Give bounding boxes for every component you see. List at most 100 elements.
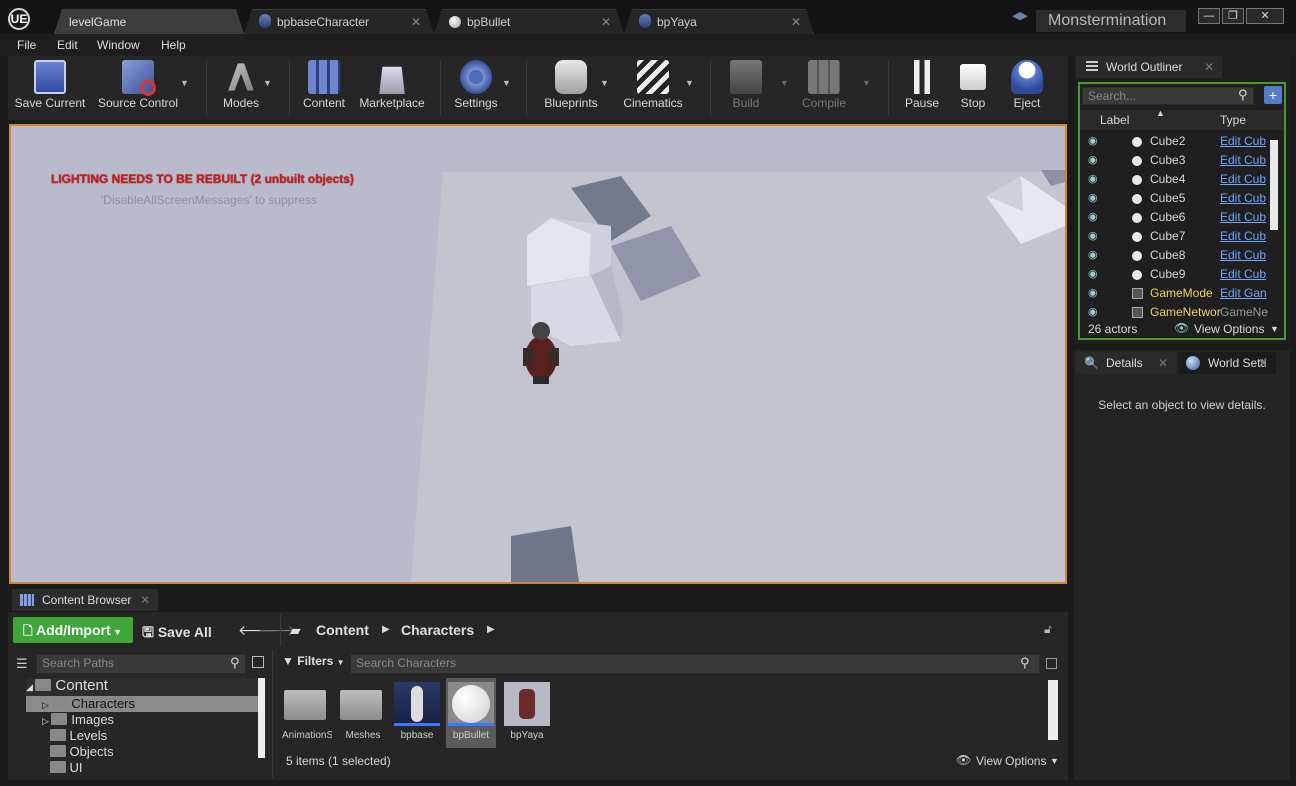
- save-all-button[interactable]: 🖫 Save All: [142, 622, 212, 646]
- outliner-view-options[interactable]: View Options: [1194, 322, 1264, 336]
- close-icon[interactable]: ✕: [1258, 352, 1268, 374]
- close-icon[interactable]: ✕: [601, 10, 611, 34]
- actor-type-link[interactable]: Edit Cub: [1220, 170, 1268, 189]
- outliner-row[interactable]: ◉ Cube5 Edit Cub: [1084, 189, 1266, 208]
- chevron-down-icon[interactable]: ▼: [780, 78, 789, 88]
- graduation-cap-icon[interactable]: [1012, 12, 1028, 21]
- blueprints-button[interactable]: Blueprints: [536, 56, 606, 120]
- modes-button[interactable]: Modes: [212, 56, 270, 120]
- asset-tile[interactable]: bpbase: [392, 678, 442, 748]
- eject-button[interactable]: Eject: [1002, 56, 1052, 120]
- sources-toggle-icon[interactable]: ☰: [16, 656, 28, 672]
- tab-content-browser[interactable]: Content Browser ✕: [12, 589, 158, 611]
- folder-objects[interactable]: Objects: [26, 744, 262, 760]
- build-button[interactable]: Build: [720, 56, 772, 120]
- expand-arrow-icon[interactable]: ▷: [26, 700, 51, 710]
- close-icon[interactable]: ✕: [1158, 352, 1168, 374]
- add-folder-icon[interactable]: +: [1264, 86, 1282, 104]
- visibility-eye-icon[interactable]: ◉: [1088, 132, 1098, 151]
- folder-characters[interactable]: ▷ Characters: [26, 696, 262, 712]
- menu-edit[interactable]: Edit: [57, 38, 78, 52]
- source-control-button[interactable]: Source Control: [94, 56, 182, 120]
- visibility-eye-icon[interactable]: ◉: [1088, 170, 1098, 189]
- actor-type-link[interactable]: Edit Cub: [1220, 265, 1268, 284]
- column-type[interactable]: Type: [1220, 113, 1246, 127]
- visibility-eye-icon[interactable]: ◉: [1088, 284, 1098, 303]
- asset-scrollbar[interactable]: [1048, 680, 1058, 740]
- close-icon[interactable]: ✕: [1204, 56, 1214, 78]
- minimize-button[interactable]: —: [1198, 8, 1220, 24]
- outliner-scrollbar[interactable]: [1270, 140, 1278, 230]
- compile-button[interactable]: Compile: [794, 56, 854, 120]
- visibility-eye-icon[interactable]: ◉: [1088, 265, 1098, 284]
- visibility-eye-icon[interactable]: ◉: [1088, 151, 1098, 170]
- outliner-row[interactable]: ◉ Cube3 Edit Cub: [1084, 151, 1266, 170]
- folder-levels[interactable]: Levels: [26, 728, 262, 744]
- stop-button[interactable]: Stop: [950, 56, 996, 120]
- outliner-row[interactable]: ◉ GameMode Edit Gan: [1084, 284, 1267, 303]
- folder-images[interactable]: ▷ Images: [26, 712, 262, 728]
- tab-world-settings[interactable]: World Setti ✕: [1178, 352, 1276, 374]
- marketplace-button[interactable]: Marketplace: [354, 56, 430, 120]
- actor-type-link[interactable]: GameNet: [1220, 303, 1268, 322]
- menu-window[interactable]: Window: [97, 38, 140, 52]
- chevron-down-icon[interactable]: ▼: [502, 78, 511, 88]
- tab-world-outliner[interactable]: World Outliner ✕: [1076, 56, 1222, 78]
- lock-icon[interactable]: 🔓︎: [1044, 622, 1052, 637]
- visibility-eye-icon[interactable]: ◉: [1088, 303, 1098, 322]
- actor-type-link[interactable]: Edit Gan: [1220, 284, 1268, 303]
- asset-tile[interactable]: bpBullet: [446, 678, 496, 748]
- chevron-down-icon[interactable]: ▼: [180, 78, 189, 88]
- outliner-row[interactable]: ◉ Cube2 Edit Cub: [1084, 132, 1266, 151]
- expand-arrow-icon[interactable]: [26, 732, 50, 742]
- column-label[interactable]: Label: [1100, 113, 1129, 127]
- outliner-row[interactable]: ◉ Cube7 Edit Cub: [1084, 227, 1266, 246]
- asset-tile[interactable]: Meshes: [338, 678, 388, 748]
- tab-level-game[interactable]: levelGame: [54, 9, 244, 34]
- save-search-icon[interactable]: [1046, 658, 1057, 669]
- visibility-eye-icon[interactable]: ◉: [1088, 189, 1098, 208]
- save-current-button[interactable]: Save Current: [12, 56, 88, 120]
- visibility-eye-icon[interactable]: ◉: [1088, 246, 1098, 265]
- search-paths-input[interactable]: Search Paths: [36, 654, 246, 674]
- expand-arrow-icon[interactable]: [26, 748, 50, 758]
- tab-bpyaya[interactable]: bpYaya ✕: [624, 9, 814, 34]
- actor-type-link[interactable]: Edit Cub: [1220, 132, 1268, 151]
- add-import-button[interactable]: 🗋 Add/Import ▼: [13, 617, 133, 643]
- chevron-down-icon[interactable]: ▼: [600, 78, 609, 88]
- visibility-eye-icon[interactable]: ◉: [1088, 227, 1098, 246]
- folder-content[interactable]: ◢ Content: [26, 678, 262, 696]
- tab-bpbase-character[interactable]: bpbaseCharacter ✕: [244, 9, 434, 34]
- level-viewport[interactable]: LIGHTING NEEDS TO BE REBUILT (2 unbuilt …: [9, 124, 1067, 584]
- asset-tile[interactable]: AnimationS: [282, 678, 332, 748]
- settings-button[interactable]: Settings: [450, 56, 502, 120]
- close-icon[interactable]: ✕: [411, 10, 421, 34]
- expand-arrow-icon[interactable]: [26, 764, 50, 774]
- actor-type-link[interactable]: Edit Cub: [1220, 246, 1268, 265]
- cinematics-button[interactable]: Cinematics: [618, 56, 688, 120]
- actor-type-link[interactable]: Edit Cub: [1220, 189, 1268, 208]
- actor-type-link[interactable]: Edit Cub: [1220, 151, 1268, 170]
- outliner-row[interactable]: ◉ Cube4 Edit Cub: [1084, 170, 1266, 189]
- pause-button[interactable]: Pause: [898, 56, 946, 120]
- path-characters[interactable]: Characters: [401, 622, 474, 638]
- maximize-button[interactable]: ❐: [1222, 8, 1244, 24]
- tab-details[interactable]: 🔍 Details ✕: [1076, 352, 1176, 374]
- filters-button[interactable]: ▼ Filters ▼: [282, 654, 345, 668]
- tree-scrollbar[interactable]: [258, 678, 265, 758]
- close-icon[interactable]: ✕: [140, 589, 150, 611]
- chevron-down-icon[interactable]: ▼: [263, 78, 272, 88]
- view-list-icon[interactable]: [252, 656, 264, 668]
- outliner-row[interactable]: ◉ Cube8 Edit Cub: [1084, 246, 1266, 265]
- outliner-row[interactable]: ◉ Cube9 Edit Cub: [1084, 265, 1266, 284]
- splitter[interactable]: [272, 650, 273, 778]
- folder-ui[interactable]: UI: [26, 760, 262, 776]
- path-chevron-icon[interactable]: ▶: [487, 624, 495, 635]
- actor-type-link[interactable]: Edit Cub: [1220, 227, 1268, 246]
- path-content[interactable]: Content: [316, 622, 369, 638]
- expand-arrow-icon[interactable]: ◢: [26, 682, 35, 692]
- outliner-search-input[interactable]: Search...: [1082, 87, 1254, 105]
- tab-bpbullet[interactable]: bpBullet ✕: [434, 9, 624, 34]
- chevron-down-icon[interactable]: ▼: [862, 78, 871, 88]
- menu-help[interactable]: Help: [161, 38, 186, 52]
